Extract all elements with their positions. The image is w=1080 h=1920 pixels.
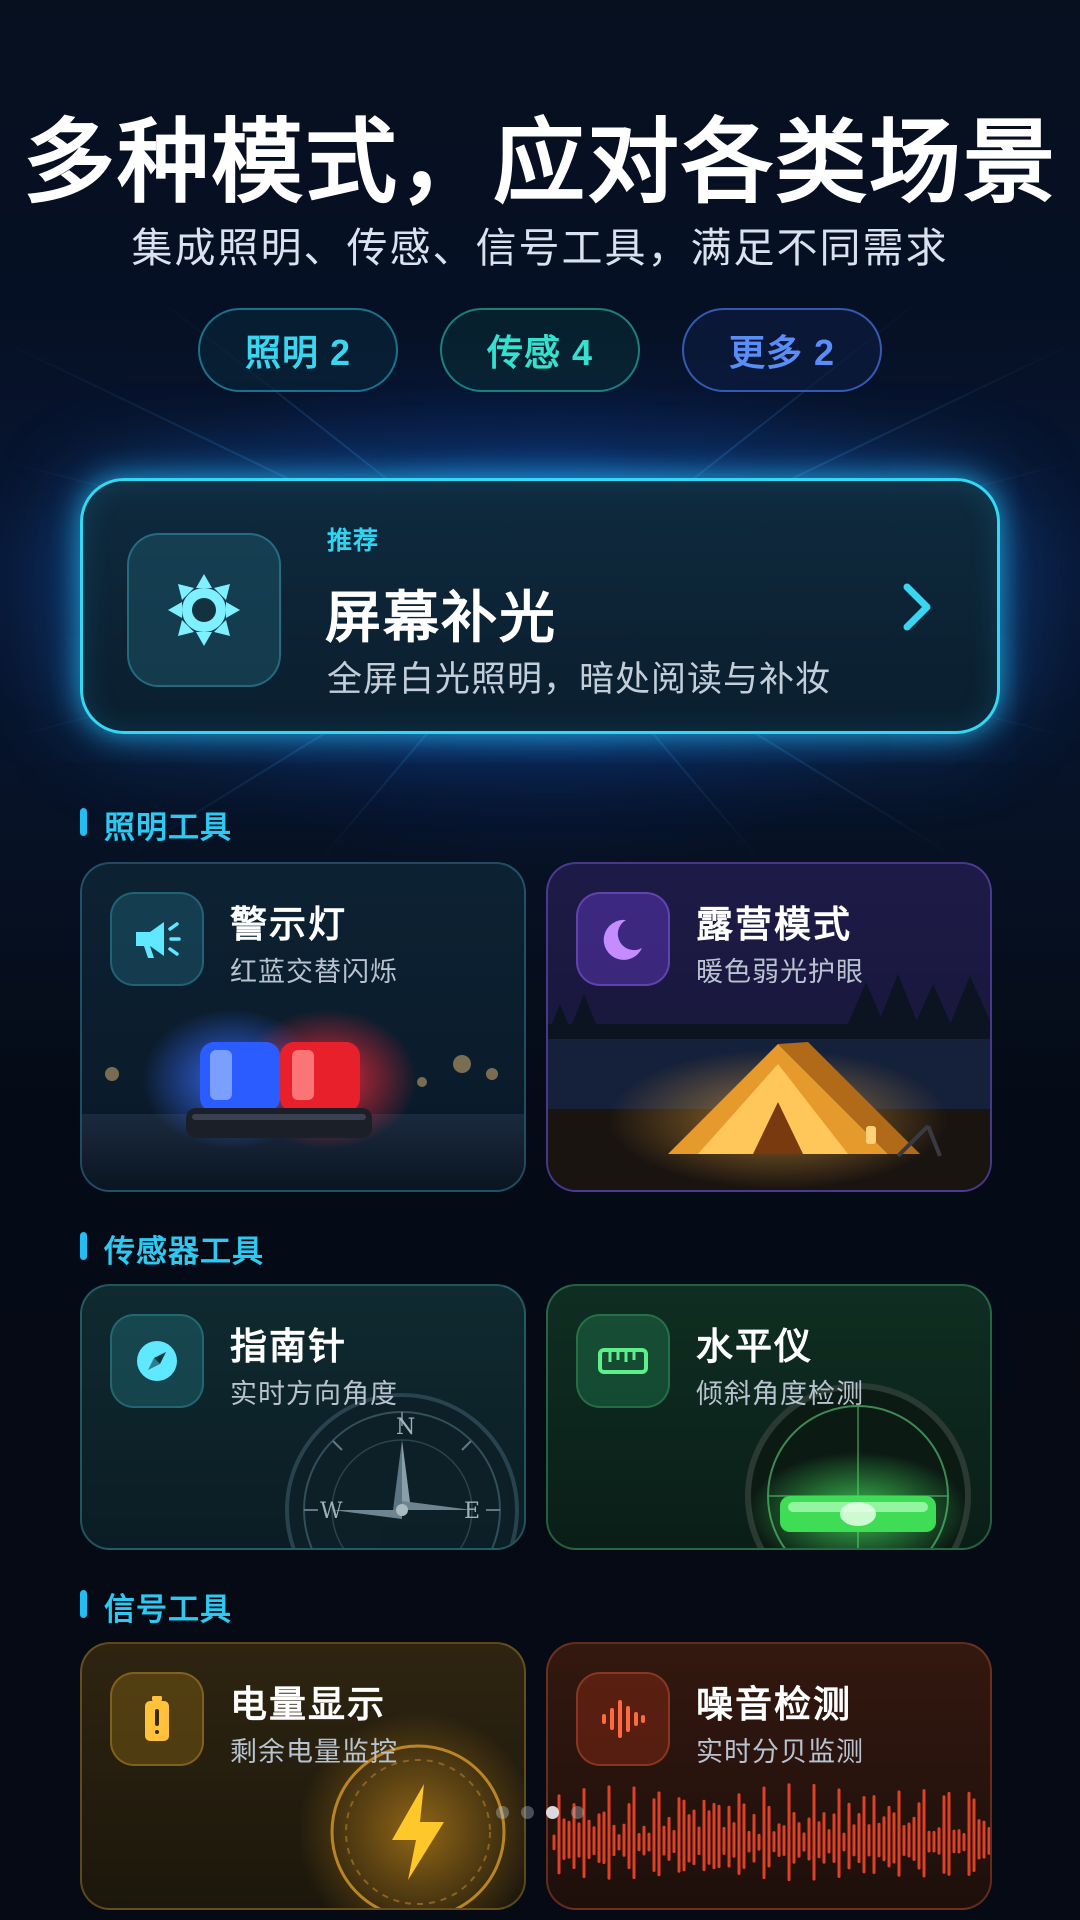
- featured-card-screen-light[interactable]: 推荐 屏幕补光 全屏白光照明，暗处阅读与补妆: [80, 478, 1000, 734]
- tool-card-title: 指南针: [230, 1326, 347, 1367]
- tool-icon-box: [576, 892, 670, 986]
- tool-card-subtitle: 剩余电量监控: [230, 1737, 398, 1767]
- tool-card-subtitle: 倾斜角度检测: [696, 1379, 864, 1409]
- featured-description: 全屏白光照明，暗处阅读与补妆: [327, 660, 832, 699]
- chevron-right-icon: [903, 583, 931, 631]
- tool-card-title: 噪音检测: [696, 1684, 852, 1725]
- filter-chip-more[interactable]: 更多 2: [682, 308, 882, 392]
- compass-label-w: W: [320, 1499, 343, 1524]
- section-label-lighting: 照明工具: [80, 802, 232, 847]
- tool-card-battery[interactable]: 电量显示 剩余电量监控: [80, 1642, 526, 1910]
- tool-card-subtitle: 实时方向角度: [230, 1379, 398, 1409]
- tool-card-title: 露营模式: [696, 904, 852, 945]
- section-label-signal: 信号工具: [80, 1584, 232, 1629]
- battery-icon: [145, 1696, 169, 1741]
- compass-label-n: N: [396, 1415, 415, 1440]
- tool-card-subtitle: 暖色弱光护眼: [696, 957, 864, 987]
- tool-card-title: 电量显示: [230, 1684, 386, 1725]
- tool-card-compass[interactable]: N E W 指南针 实时方向角度: [80, 1284, 526, 1550]
- page-indicator[interactable]: [496, 1806, 584, 1819]
- tool-icon-box: [110, 1314, 204, 1408]
- filter-chip-group: 照明 2 传感 4 更多 2: [0, 308, 1080, 392]
- compass-label-e: E: [464, 1499, 480, 1524]
- tool-card-noise[interactable]: 噪音检测 实时分贝监测: [546, 1642, 992, 1910]
- featured-icon-box: [127, 533, 281, 687]
- page-title: 多种模式，应对各类场景: [22, 112, 1057, 214]
- tool-card-subtitle: 红蓝交替闪烁: [230, 957, 398, 987]
- ruler-icon: [598, 1348, 648, 1374]
- waveform-icon: [602, 1700, 645, 1738]
- brightness-icon: [168, 574, 240, 646]
- featured-title: 屏幕补光: [325, 586, 557, 649]
- moon-icon: [603, 919, 642, 960]
- page-dot[interactable]: [521, 1806, 534, 1819]
- filter-chip-sensor[interactable]: 传感 4: [440, 308, 640, 392]
- featured-tag: 推荐: [327, 527, 380, 555]
- tool-icon-box: [110, 1672, 204, 1766]
- megaphone-icon: [136, 922, 181, 958]
- page-dot[interactable]: [496, 1806, 509, 1819]
- page-subtitle: 集成照明、传感、信号工具，满足不同需求: [131, 225, 949, 271]
- compass-icon: [137, 1341, 177, 1381]
- section-label-sensor: 传感器工具: [80, 1226, 264, 1271]
- tool-card-subtitle: 实时分贝监测: [696, 1737, 864, 1767]
- tool-icon-box: [576, 1314, 670, 1408]
- filter-chip-lighting[interactable]: 照明 2: [198, 308, 398, 392]
- tool-card-camping[interactable]: 露营模式 暖色弱光护眼: [546, 862, 992, 1192]
- tool-card-title: 警示灯: [230, 904, 347, 945]
- page-dot[interactable]: [571, 1806, 584, 1819]
- tool-card-level[interactable]: 水平仪 倾斜角度检测: [546, 1284, 992, 1550]
- tool-card-title: 水平仪: [696, 1326, 813, 1367]
- tool-icon-box: [576, 1672, 670, 1766]
- tool-icon-box: [110, 892, 204, 986]
- page-dot[interactable]: [546, 1806, 559, 1819]
- tool-card-warning-light[interactable]: 警示灯 红蓝交替闪烁: [80, 862, 526, 1192]
